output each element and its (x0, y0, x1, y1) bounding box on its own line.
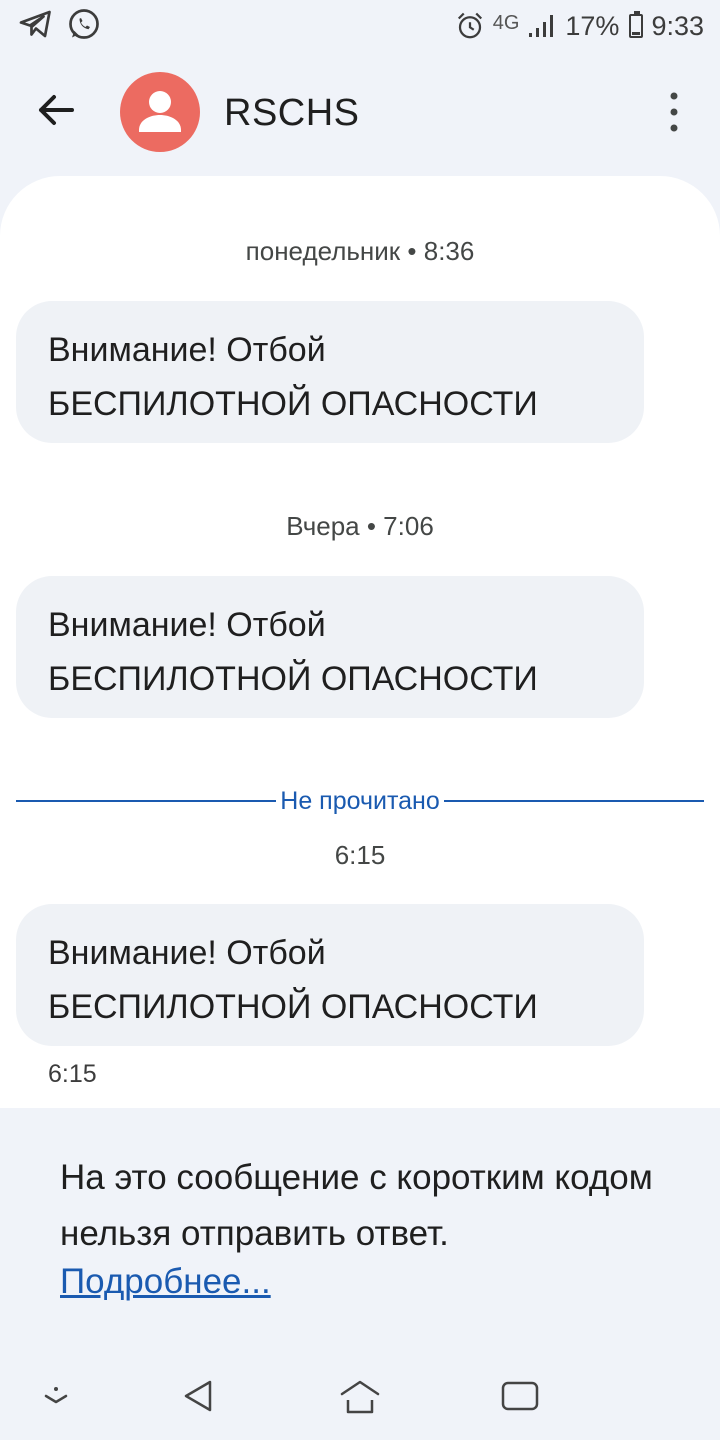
chevron-down-icon (44, 1387, 68, 1404)
telegram-icon (19, 10, 51, 38)
alarm-icon (457, 12, 482, 39)
message-text-line: БЕСПИЛОТНОЙ ОПАСНОСТИ (48, 385, 538, 423)
clock: 9:33 (651, 10, 704, 41)
message-bubble[interactable]: Внимание! Отбой БЕСПИЛОТНОЙ ОПАСНОСТИ (16, 576, 644, 718)
message-text-line: Внимание! Отбой (48, 606, 326, 644)
signal-icon (529, 15, 554, 37)
short-code-notice: На это сообщение с коротким кодом нельзя… (0, 1108, 720, 1348)
navigation-bar (0, 1348, 720, 1440)
message-text-line: Внимание! Отбой (48, 934, 326, 972)
avatar[interactable] (120, 72, 200, 152)
divider-line (16, 800, 277, 802)
app-bar: RSCHS (0, 56, 720, 168)
nav-back-button[interactable] (176, 1372, 224, 1420)
battery-percent: 17% (565, 10, 620, 41)
network-type: 4G (492, 11, 520, 34)
more-options-button[interactable] (664, 90, 684, 134)
home-icon (340, 1380, 380, 1414)
nav-home-button[interactable] (336, 1372, 384, 1420)
conversation-view[interactable]: понедельник • 8:36 Внимание! Отбой БЕСПИ… (0, 176, 720, 1108)
keyboard-hide-button[interactable] (32, 1372, 80, 1420)
message-text-line: БЕСПИЛОТНОЙ ОПАСНОСТИ (48, 660, 538, 698)
unread-divider: Не прочитано (16, 786, 705, 816)
message-timestamp: Вчера • 7:06 (286, 511, 434, 541)
arrow-back-icon (39, 95, 74, 125)
divider-line (443, 800, 705, 802)
recents-icon (501, 1381, 539, 1411)
person-icon (139, 91, 181, 132)
message-time: 6:15 (48, 1060, 97, 1088)
back-triangle-icon (184, 1380, 212, 1412)
message-timestamp: понедельник • 8:36 (245, 236, 475, 266)
more-vert-icon (670, 92, 678, 132)
unread-label: Не прочитано (280, 786, 440, 815)
message-text-line: БЕСПИЛОТНОЙ ОПАСНОСТИ (48, 988, 538, 1026)
battery-icon (629, 11, 644, 38)
learn-more-link[interactable]: Подробнее... (60, 1262, 271, 1302)
back-button[interactable] (24, 78, 88, 142)
contact-name: RSCHS (224, 92, 360, 134)
message-text-line: Внимание! Отбой (48, 331, 326, 369)
whatsapp-icon (69, 9, 99, 39)
message-bubble[interactable]: Внимание! Отбой БЕСПИЛОТНОЙ ОПАСНОСТИ (16, 301, 644, 443)
notice-text: На это сообщение с коротким кодом нельзя… (60, 1158, 653, 1253)
message-bubble[interactable]: Внимание! Отбой БЕСПИЛОТНОЙ ОПАСНОСТИ (16, 904, 644, 1046)
status-bar: 4G 17% 9:33 (0, 0, 720, 52)
message-timestamp: 6:15 (334, 840, 386, 870)
nav-recents-button[interactable] (496, 1372, 544, 1420)
